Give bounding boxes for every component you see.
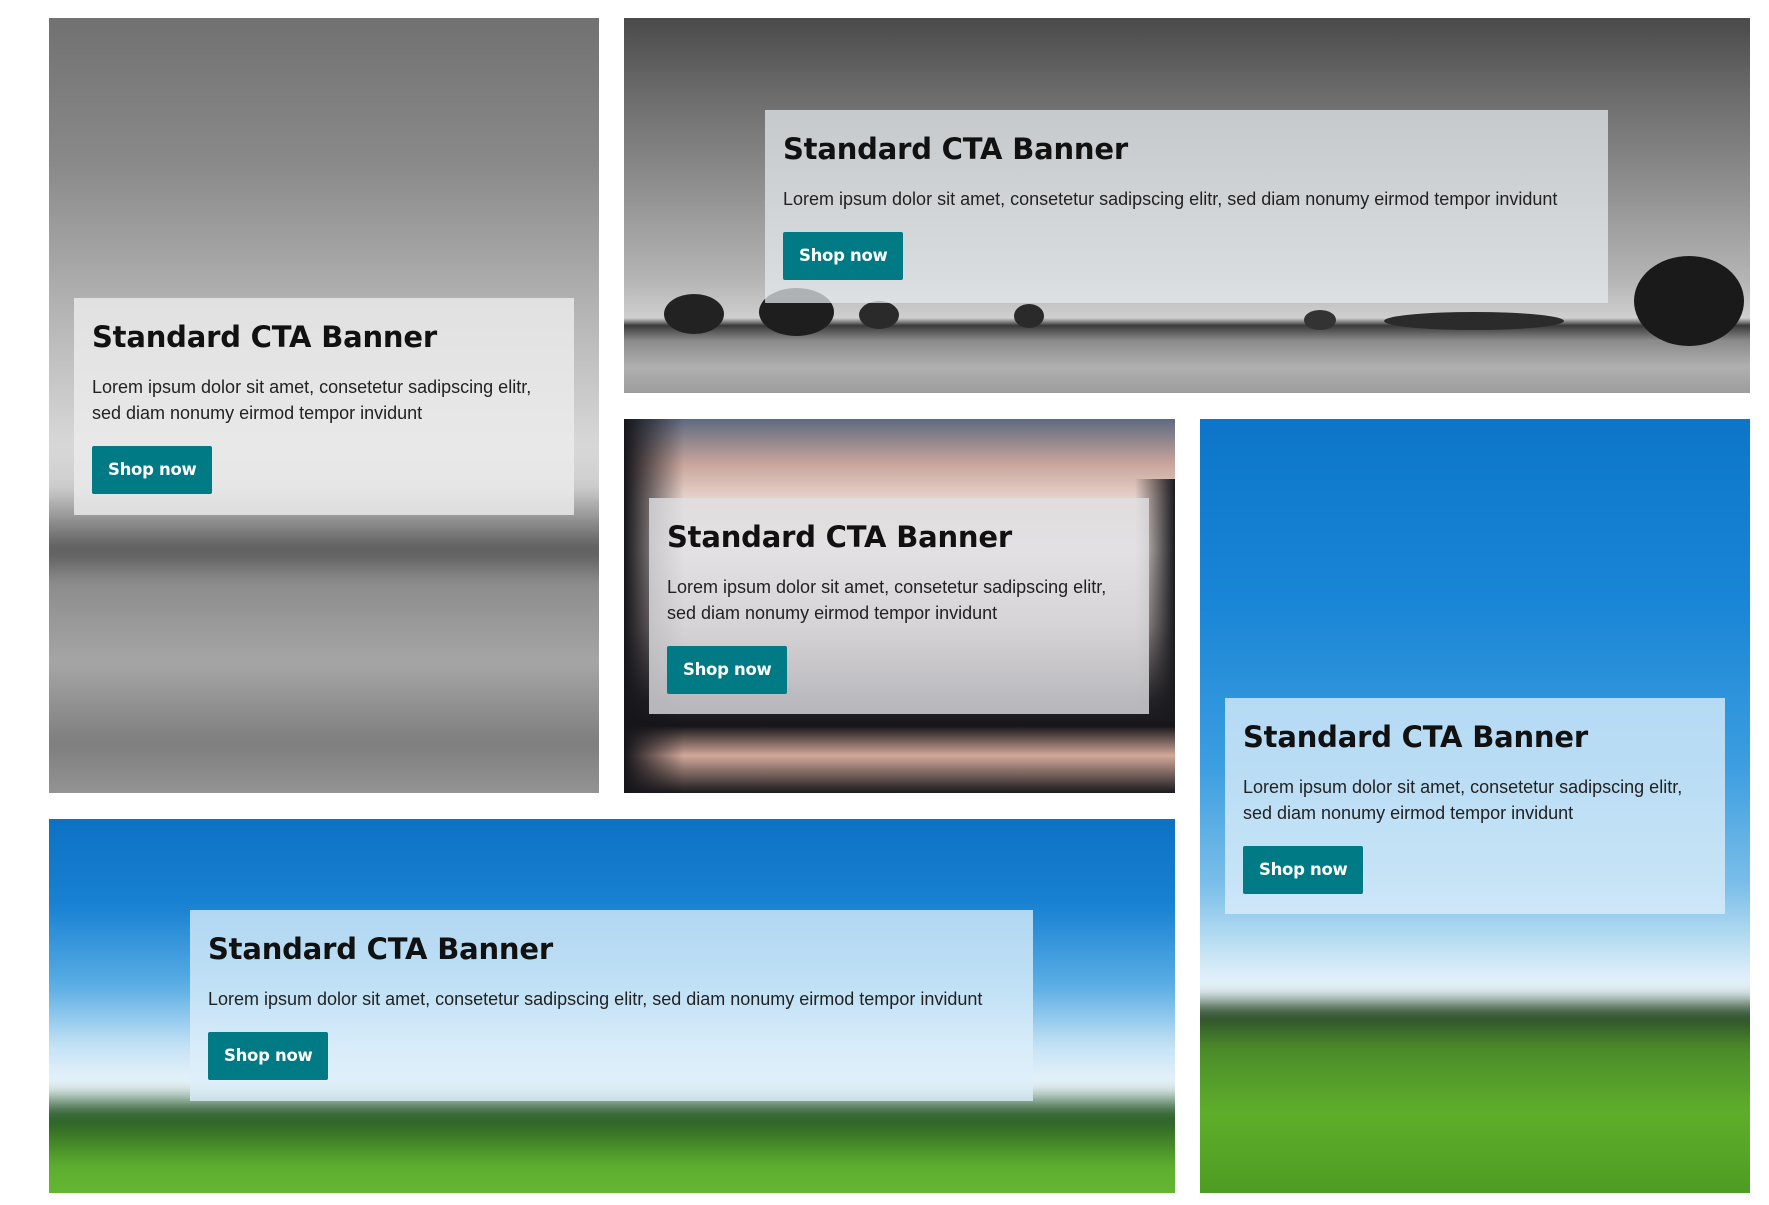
cta-panel: Standard CTA Banner Lorem ipsum dolor si… [1225,698,1725,914]
cta-banner-tile: Standard CTA Banner Lorem ipsum dolor si… [1200,419,1750,1193]
banner-title: Standard CTA Banner [783,132,1128,166]
shop-now-button[interactable]: Shop now [92,446,213,494]
banner-title: Standard CTA Banner [1243,720,1588,754]
shop-now-button[interactable]: Shop now [783,232,904,280]
cta-banner-tile: Standard CTA Banner Lorem ipsum dolor si… [624,419,1175,793]
shop-now-button[interactable]: Shop now [1243,846,1364,894]
cta-panel: Standard CTA Banner Lorem ipsum dolor si… [190,910,1033,1101]
cta-panel: Standard CTA Banner Lorem ipsum dolor si… [765,110,1608,303]
banner-description: Lorem ipsum dolor sit amet, consetetur s… [208,989,983,1009]
banner-title: Standard CTA Banner [92,320,437,354]
banner-description: Lorem ipsum dolor sit amet, consetetur s… [783,189,1558,209]
shop-now-button[interactable]: Shop now [667,646,788,694]
banner-description: Lorem ipsum dolor sit amet, consetetur s… [1243,777,1683,823]
banner-description: Lorem ipsum dolor sit amet, consetetur s… [667,577,1107,623]
cta-banner-tile: Standard CTA Banner Lorem ipsum dolor si… [624,18,1750,393]
cta-banner-tile: Standard CTA Banner Lorem ipsum dolor si… [49,819,1175,1193]
banner-title: Standard CTA Banner [208,932,553,966]
cta-banner-tile: Standard CTA Banner Lorem ipsum dolor si… [49,18,599,793]
cta-panel: Standard CTA Banner Lorem ipsum dolor si… [74,298,574,515]
shop-now-button[interactable]: Shop now [208,1032,329,1080]
banner-description: Lorem ipsum dolor sit amet, consetetur s… [92,377,532,423]
cta-panel: Standard CTA Banner Lorem ipsum dolor si… [649,498,1149,714]
banner-title: Standard CTA Banner [667,520,1012,554]
